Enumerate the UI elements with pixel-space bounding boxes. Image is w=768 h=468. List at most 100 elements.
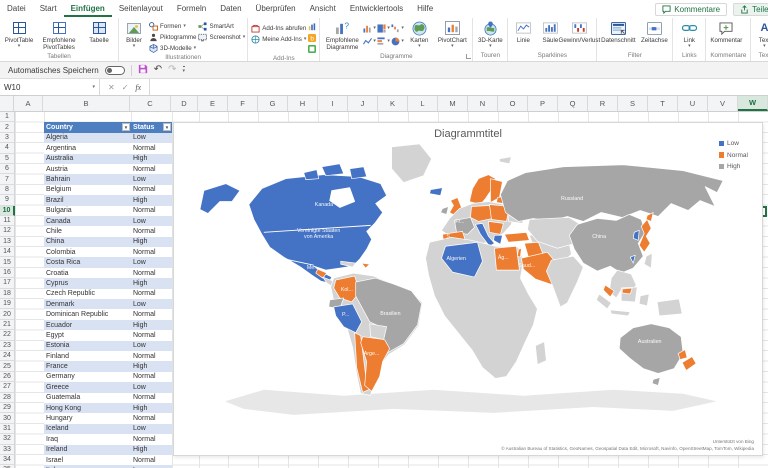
country-cell[interactable]: Estonia (44, 341, 131, 351)
ribbon-tab[interactable]: Ansicht (303, 1, 343, 17)
country-cell[interactable]: Denmark (44, 299, 131, 309)
ribbon-tab[interactable]: Datei (0, 1, 33, 17)
column-header[interactable]: I (318, 96, 348, 111)
ribbon-tab[interactable]: Seitenlayout (112, 1, 170, 17)
ribbon-tab[interactable]: Hilfe (410, 1, 440, 17)
status-cell[interactable]: High (131, 237, 172, 247)
column-header[interactable]: A (14, 96, 43, 111)
status-cell[interactable]: Low (131, 133, 172, 143)
row-header[interactable]: 10 (0, 205, 15, 216)
ribbon-tab[interactable]: Überprüfen (249, 1, 303, 17)
row-header[interactable]: 3 (0, 133, 14, 144)
row-header[interactable]: 30 (0, 413, 14, 424)
country-cell[interactable]: Israel (44, 455, 131, 465)
status-cell[interactable]: Normal (131, 372, 172, 382)
column-header[interactable]: P (528, 96, 558, 111)
powerbi-addin-icon[interactable] (307, 22, 317, 32)
kommentar-button[interactable]: Kommentar (708, 19, 744, 45)
column-header[interactable]: G (258, 96, 288, 111)
country-cell[interactable]: Chile (44, 226, 131, 236)
status-cell[interactable]: Low (131, 257, 172, 267)
row-header[interactable]: 22 (0, 330, 14, 341)
addins-abrufen-button[interactable]: Add-Ins abrufen (250, 23, 306, 33)
link-button[interactable]: Link ▾ (675, 19, 703, 51)
bilder-button[interactable]: Bilder ▾ (121, 19, 147, 51)
row-header[interactable]: 24 (0, 351, 14, 362)
row-header[interactable]: 26 (0, 372, 14, 383)
country-cell[interactable]: Ecuador (44, 320, 131, 330)
status-cell[interactable]: High (131, 278, 172, 288)
column-header[interactable]: S (618, 96, 648, 111)
column-header[interactable]: N (468, 96, 498, 111)
ribbon-tab[interactable]: Einfügen (63, 1, 112, 17)
diagramme-dialog-launcher-icon[interactable] (466, 54, 472, 59)
column-chart-button[interactable]: ▾ (363, 22, 376, 34)
country-cell[interactable]: Germany (44, 372, 131, 382)
row-header[interactable]: 27 (0, 382, 14, 393)
country-cell[interactable]: Greece (44, 382, 131, 392)
redo-icon[interactable]: ↷ (168, 65, 176, 75)
text-button[interactable]: A Text ▾ (753, 19, 768, 51)
name-box[interactable]: W10 ▾ (0, 79, 100, 95)
country-cell[interactable]: Belgium (44, 185, 131, 195)
column-header[interactable]: O (498, 96, 528, 111)
country-cell[interactable]: Guatemala (44, 393, 131, 403)
ribbon-tab[interactable]: Daten (213, 1, 248, 17)
row-header[interactable]: 16 (0, 268, 14, 279)
country-cell[interactable]: Colombia (44, 247, 131, 257)
pivottable-button[interactable]: PivotTable ▾ (2, 19, 36, 51)
status-cell[interactable]: Normal (131, 185, 172, 195)
status-cell[interactable]: Normal (131, 393, 172, 403)
row-header[interactable]: 1 (0, 112, 14, 123)
column-header[interactable]: R (588, 96, 618, 111)
karten-button[interactable]: Karten ▾ (405, 19, 433, 51)
status-cell[interactable]: Normal (131, 206, 172, 216)
enter-icon[interactable]: ✓ (122, 83, 129, 92)
country-cell[interactable]: Costa Rica (44, 257, 131, 267)
status-cell[interactable]: Low (131, 299, 172, 309)
share-button[interactable]: Teilen (733, 2, 768, 16)
country-cell[interactable]: Hong Kong (44, 403, 131, 413)
status-cell[interactable]: Normal (131, 413, 172, 423)
3d-modelle-button[interactable]: 3D-Modelle ▾ (148, 43, 196, 53)
hierarchy-chart-button[interactable]: ▾ (377, 22, 390, 34)
line-chart-button[interactable]: ▾ (363, 35, 376, 47)
country-filter-icon[interactable]: ▼ (122, 123, 130, 132)
status-cell[interactable]: Normal (131, 268, 172, 278)
status-cell[interactable]: Normal (131, 164, 172, 174)
column-header[interactable]: U (678, 96, 708, 111)
column-header[interactable]: H (288, 96, 318, 111)
cancel-icon[interactable]: ✕ (108, 83, 115, 92)
country-cell[interactable]: China (44, 237, 131, 247)
row-header[interactable]: 7 (0, 174, 14, 185)
status-cell[interactable]: High (131, 320, 172, 330)
row-header[interactable]: 9 (0, 195, 14, 206)
column-header[interactable]: T (648, 96, 678, 111)
piktogramme-button[interactable]: Piktogramme (148, 32, 196, 42)
country-cell[interactable]: Cyprus (44, 278, 131, 288)
status-cell[interactable]: Normal (131, 434, 172, 444)
3d-karte-button[interactable]: 3D-Karte ▾ (475, 19, 505, 51)
undo-icon[interactable]: ↶ (154, 65, 162, 75)
column-header[interactable]: L (408, 96, 438, 111)
formen-button[interactable]: Formen ▾ (148, 21, 196, 31)
country-cell[interactable]: Australia (44, 154, 131, 164)
row-header[interactable]: 33 (0, 445, 14, 455)
name-box-dropdown-icon[interactable]: ▾ (92, 84, 95, 90)
row-header[interactable]: 28 (0, 393, 14, 403)
ribbon-tab[interactable]: Formeln (170, 1, 213, 17)
country-cell[interactable]: Brazil (44, 195, 131, 205)
row-header[interactable]: 5 (0, 154, 14, 164)
status-cell[interactable]: High (131, 445, 172, 455)
country-cell[interactable]: Egypt (44, 330, 131, 340)
sparkline-gewinnverlust-button[interactable]: Gewinn/Verlust (559, 19, 600, 45)
row-header[interactable]: 34 (0, 455, 14, 466)
country-cell[interactable]: Ireland (44, 445, 131, 455)
column-header[interactable]: V (708, 96, 738, 111)
row-header[interactable]: 12 (0, 226, 14, 237)
smartart-button[interactable]: SmartArt (197, 21, 245, 31)
status-cell[interactable]: Normal (131, 309, 172, 319)
country-cell[interactable]: France (44, 361, 131, 371)
country-cell[interactable]: Canada (44, 216, 131, 226)
screenshot-button[interactable]: Screenshot ▾ (197, 32, 245, 42)
